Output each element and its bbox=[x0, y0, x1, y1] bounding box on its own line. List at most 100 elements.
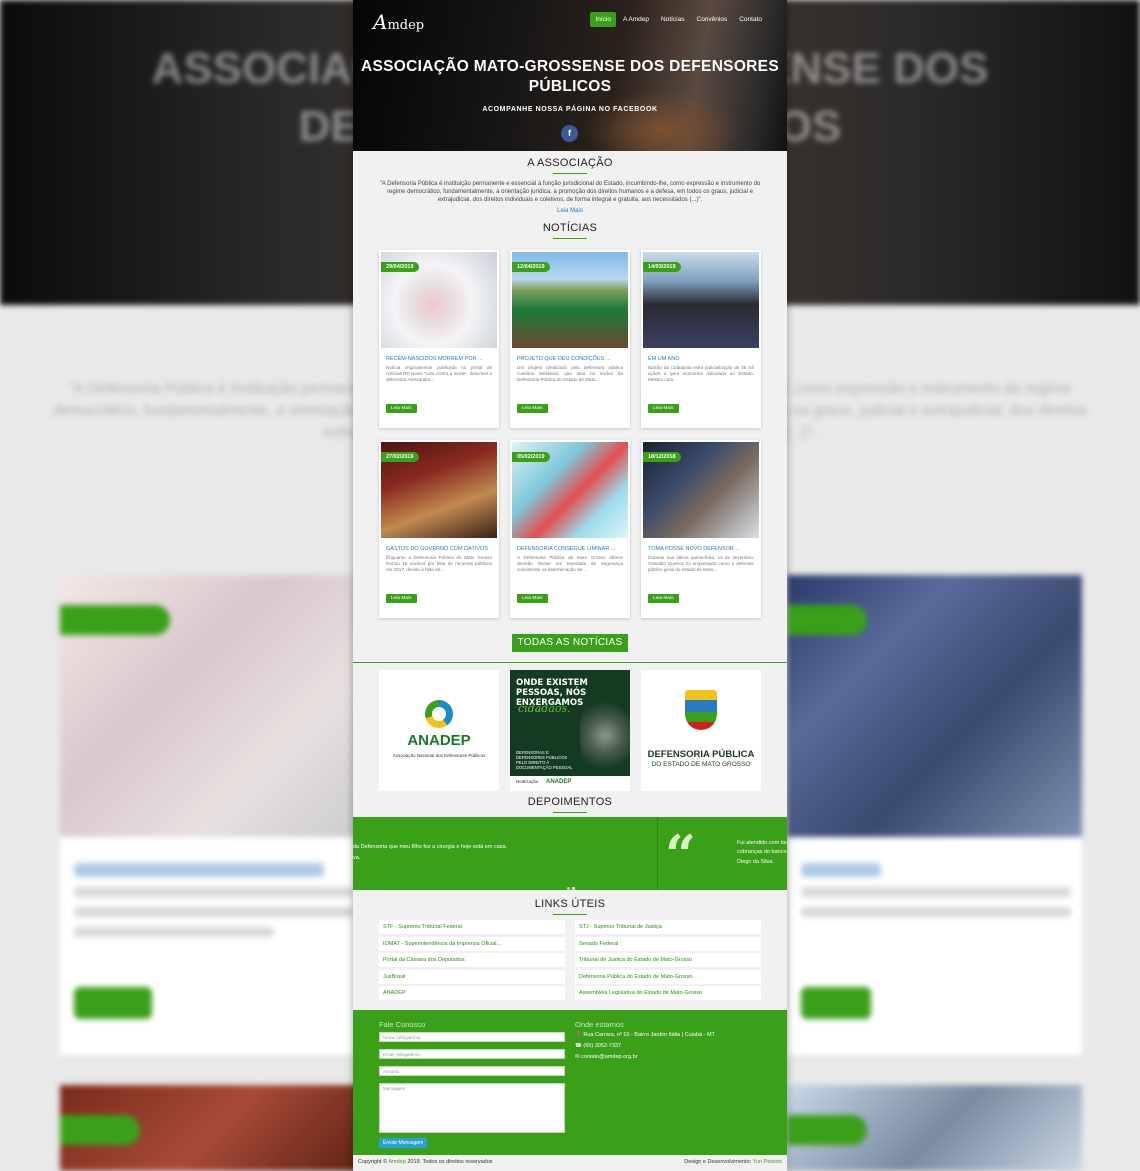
news-title: NOTÍCIAS bbox=[353, 222, 787, 239]
campaign-footer-org: ANADEP bbox=[546, 779, 572, 785]
useful-links-title: LINKS ÚTEIS bbox=[353, 898, 787, 915]
all-news-button[interactable]: TODAS AS NOTÍCIAS bbox=[512, 634, 628, 652]
copyright-prefix: Copyright © bbox=[358, 1159, 388, 1165]
logo-letter: A bbox=[373, 10, 388, 34]
association-read-more-link[interactable]: Leia Mais bbox=[353, 208, 787, 214]
logo-text: mdep bbox=[387, 18, 425, 33]
link-item[interactable]: Portal da Câmara dos Deputados bbox=[379, 953, 565, 967]
facebook-icon[interactable]: f bbox=[561, 125, 578, 142]
contact-form-title: Fale Conosco bbox=[379, 1020, 426, 1029]
partner-defensoria[interactable]: DEFENSORIA PÚBLICA DO ESTADO DE MATO GRO… bbox=[641, 670, 761, 791]
read-more-button[interactable]: Leia Mais bbox=[648, 594, 679, 603]
campaign-small-text: DEFENSORAS E DEFENSORES PÚBLICOS PELO DI… bbox=[516, 750, 573, 770]
partners-section: ANADEP Associação Nacional dos Defensore… bbox=[379, 670, 763, 791]
news-card[interactable]: 12/04/2019 PROJETO QUE DEU CONDIÇÕES ...… bbox=[510, 250, 630, 428]
news-date-badge: 14/03/2019 bbox=[643, 262, 681, 272]
nav-item-inicio[interactable]: Início bbox=[590, 12, 616, 27]
link-item[interactable]: Assembléia Legislativa do Estado de Mato… bbox=[575, 986, 761, 1000]
news-card[interactable]: 05/02/2019 DEFENSORIA CONSEGUE LIMINAR .… bbox=[510, 440, 630, 618]
testimonial-text: Fui atendido com todo cobranças do banco bbox=[737, 840, 787, 855]
copyright: Copyright © Amdep 2019. Todos os direito… bbox=[358, 1159, 493, 1165]
link-item[interactable]: Tribunal de Justiça do Estado de Mato-Gr… bbox=[575, 953, 761, 967]
news-title-link[interactable]: PROJETO QUE DEU CONDIÇÕES ... bbox=[517, 356, 623, 362]
read-more-button[interactable]: Leia Mais bbox=[517, 594, 548, 603]
association-title: A ASSOCIAÇÃO bbox=[353, 157, 787, 174]
nav-item-convenios[interactable]: Convênios bbox=[692, 12, 733, 27]
quote-icon: “ bbox=[665, 823, 697, 887]
anadep-subtitle: Associação Nacional dos Defensores Públi… bbox=[392, 753, 486, 758]
testimonial-author: Diego da Silva. bbox=[737, 859, 774, 865]
news-title-link[interactable]: EM UM ANO bbox=[648, 356, 754, 362]
link-item[interactable]: STJ - Superior Tribunal de Justiça bbox=[575, 920, 761, 934]
news-title-link[interactable]: DEFENSORIA CONSEGUE LIMINAR ... bbox=[517, 546, 623, 552]
news-excerpt: A Defensoria Pública de Mato Grosso obte… bbox=[517, 555, 623, 572]
news-section: NOTÍCIAS 29/04/2019 RECÉM-NASCIDOS MORRE… bbox=[353, 222, 787, 618]
link-item[interactable]: Defensoria Pública do Estado de Mato-Gro… bbox=[575, 969, 761, 984]
link-item[interactable]: IOMAT - Superintendência da Imprensa Ofi… bbox=[379, 936, 565, 951]
copyright-suffix: 2019. Todos os direitos reservados bbox=[407, 1159, 493, 1165]
partner-anadep[interactable]: ANADEP Associação Nacional dos Defensore… bbox=[379, 670, 499, 791]
testimonials-title: DEPOIMENTOS bbox=[353, 796, 787, 813]
link-item[interactable]: JusBrasil bbox=[379, 969, 565, 984]
links-column-right: STJ - Superior Tribunal de Justiça Senad… bbox=[575, 920, 761, 1003]
site-logo[interactable]: Amdep bbox=[373, 10, 424, 34]
main-page: Amdep Início A Amdep Notícias Convênios … bbox=[353, 0, 787, 1171]
anadep-name: ANADEP bbox=[407, 732, 471, 749]
testimonial-author: va. bbox=[353, 855, 361, 861]
read-more-button[interactable]: Leia Mais bbox=[386, 404, 417, 413]
link-item[interactable]: Senado Federal bbox=[575, 936, 761, 951]
news-excerpt: Enquanto a Defensoria Pública de Mato Gr… bbox=[386, 555, 492, 572]
campaign-script-text: cidadãos. bbox=[518, 702, 571, 715]
news-title-link[interactable]: TOMA POSSE NOVO DEFENSOR ... bbox=[648, 546, 754, 552]
subject-field[interactable]: Assunto bbox=[379, 1066, 565, 1076]
testimonial-text: da Defensoria que meu filho fez a cirurg… bbox=[353, 844, 508, 850]
fingerprint-icon bbox=[580, 698, 630, 773]
news-card[interactable]: 14/03/2019 EM UM ANO Balcão da Cidadania… bbox=[641, 250, 761, 428]
association-section: A ASSOCIAÇÃO "A Defensoria Pública é ins… bbox=[353, 157, 787, 214]
bg-card-right-2 bbox=[787, 1085, 1082, 1171]
nav-item-a-amdep[interactable]: A Amdep bbox=[618, 12, 654, 27]
read-more-button[interactable]: Leia Mais bbox=[517, 404, 548, 413]
slider-dots bbox=[566, 877, 576, 890]
nav-item-contato[interactable]: Contato bbox=[734, 12, 767, 27]
page-footer: Copyright © Amdep 2019. Todos os direito… bbox=[353, 1155, 787, 1171]
news-date-badge: 05/02/2019 bbox=[512, 452, 550, 462]
news-excerpt: Um projeto idealizado pela defensora púb… bbox=[517, 365, 623, 382]
link-item[interactable]: ANADEP bbox=[379, 986, 565, 1000]
slider-dot[interactable] bbox=[567, 887, 570, 890]
footer-brand-link[interactable]: Amdep bbox=[388, 1159, 405, 1165]
phone-icon: ☎ bbox=[575, 1043, 582, 1049]
news-card[interactable]: 29/04/2019 RECÉM-NASCIDOS MORREM POR ...… bbox=[379, 250, 499, 428]
hero-title: ASSOCIAÇÃO MATO-GROSSENSE DOS DEFENSORES… bbox=[361, 58, 779, 95]
news-card[interactable]: 27/02/2019 GASTOS DO GOVERNO COM DATIVOS… bbox=[379, 440, 499, 618]
envelope-icon: ✉ bbox=[575, 1054, 580, 1060]
hero-header: Amdep Início A Amdep Notícias Convênios … bbox=[353, 0, 787, 151]
bg-card-left-2 bbox=[60, 1085, 360, 1171]
slider-dot-active[interactable] bbox=[572, 887, 575, 890]
read-more-button[interactable]: Leia Mais bbox=[648, 404, 679, 413]
email-field[interactable]: Email (obrigatório) bbox=[379, 1049, 565, 1059]
news-excerpt: Durante sua última quinta-feira, 13 de d… bbox=[648, 555, 754, 572]
news-title-link[interactable]: RECÉM-NASCIDOS MORREM POR ... bbox=[386, 356, 492, 362]
bg-card-left bbox=[60, 575, 360, 1055]
message-field[interactable]: Mensagem bbox=[379, 1083, 565, 1133]
campaign-footer-label: Realização bbox=[516, 779, 539, 784]
email-text[interactable]: contato@amdep.org.br bbox=[581, 1054, 637, 1060]
news-date-badge: 12/04/2019 bbox=[512, 262, 550, 272]
main-nav: Início A Amdep Notícias Convênios Contat… bbox=[590, 12, 767, 27]
news-card[interactable]: 18/12/2018 TOMA POSSE NOVO DEFENSOR ... … bbox=[641, 440, 761, 618]
news-date-badge: 27/02/2019 bbox=[381, 452, 419, 462]
name-field[interactable]: Nome (obrigatório) bbox=[379, 1032, 565, 1042]
partner-campaign-banner[interactable]: ONDE EXISTEM PESSOAS, NÓS ENXERGAMOS cid… bbox=[510, 670, 630, 791]
address-text: Rua Carrara, nº 10 - Bairro Jardim Itáli… bbox=[583, 1032, 715, 1038]
link-item[interactable]: STF - Supremo Tribunal Federal bbox=[379, 920, 565, 934]
email-line: ✉ contato@amdep.org.br bbox=[575, 1054, 637, 1060]
credits: Design e Desenvolvimento: Yuri Peixoto bbox=[684, 1159, 782, 1165]
testimonials-slider[interactable]: da Defensoria que meu filho fez a cirurg… bbox=[353, 817, 787, 890]
news-date-badge: 18/12/2018 bbox=[643, 452, 681, 462]
nav-item-noticias[interactable]: Notícias bbox=[656, 12, 689, 27]
send-message-button[interactable]: Enviar Mensagem bbox=[379, 1138, 428, 1148]
news-date-badge: 29/04/2019 bbox=[381, 262, 419, 272]
read-more-button[interactable]: Leia Mais bbox=[386, 594, 417, 603]
credit-author-link[interactable]: Yuri Peixoto bbox=[753, 1159, 782, 1165]
